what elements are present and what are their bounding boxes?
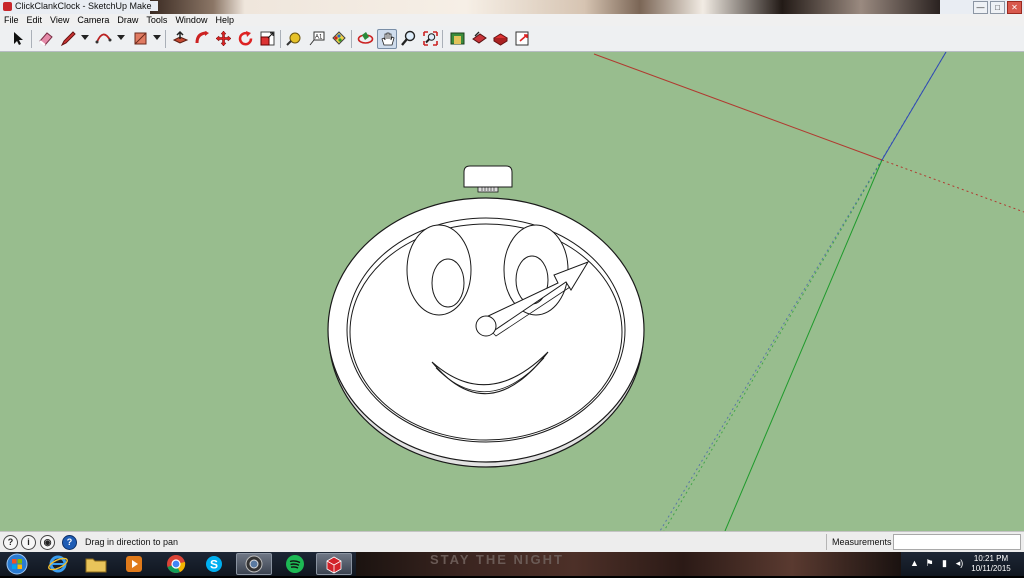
tray-overflow-icon[interactable]: ▲ [910, 557, 919, 569]
hand-pivot [475, 315, 497, 337]
menu-tools[interactable]: Tools [142, 14, 171, 26]
banner-text: STAY THE NIGHT [430, 552, 564, 567]
window-title: ClickClankClock - SketchUp Make [15, 1, 158, 11]
status-bar: ? i ◉ ? Drag in direction to pan Measure… [0, 531, 1024, 553]
title-bar: ClickClankClock - SketchUp Make — □ ✕ [0, 0, 1024, 15]
extension-warehouse-icon[interactable] [491, 29, 510, 48]
clock-time: 10:21 PM [973, 554, 1009, 563]
volume-icon[interactable]: ◂) [955, 557, 964, 569]
select-arrow-icon[interactable] [8, 29, 27, 48]
credits-icon[interactable]: i [21, 535, 36, 550]
skype-icon[interactable]: S [196, 553, 232, 575]
chrome-icon[interactable] [158, 553, 194, 575]
sketchup-icon[interactable] [316, 553, 352, 575]
help-icon[interactable]: ? [62, 535, 77, 550]
3d-warehouse-icon[interactable] [448, 29, 467, 48]
svg-text:A1: A1 [315, 35, 323, 41]
status-hint: Drag in direction to pan [85, 537, 179, 547]
clock-crown [463, 165, 513, 188]
window-controls: — □ ✕ [973, 1, 1022, 14]
media-player-icon[interactable] [116, 553, 152, 575]
menu-edit[interactable]: Edit [23, 14, 47, 26]
zoom-icon[interactable] [399, 29, 418, 48]
action-center-icon[interactable]: ⚑ [925, 557, 934, 569]
measurements-input[interactable] [893, 534, 1021, 550]
network-icon[interactable]: ▮ [940, 557, 949, 569]
maximize-icon[interactable]: □ [990, 1, 1005, 14]
user-signin-icon[interactable]: ◉ [40, 535, 55, 550]
red-axis [593, 53, 883, 161]
menu-view[interactable]: View [46, 14, 73, 26]
left-pupil [431, 258, 465, 308]
line-dropdown[interactable] [81, 35, 89, 40]
internet-explorer-icon[interactable] [40, 553, 76, 575]
toolbar: A1 [0, 26, 1024, 52]
share-model-icon[interactable] [470, 29, 489, 48]
menu-draw[interactable]: Draw [113, 14, 142, 26]
clock-date: 10/11/2015 [971, 564, 1011, 573]
pan-hand-icon[interactable] [377, 29, 397, 49]
tape-measure-icon[interactable] [285, 29, 304, 48]
menu-window[interactable]: Window [171, 14, 211, 26]
minimize-icon[interactable]: — [973, 1, 988, 14]
camera-app-icon[interactable] [236, 553, 272, 575]
menu-file[interactable]: File [0, 14, 23, 26]
rectangle-icon[interactable] [131, 29, 150, 48]
menu-bar: File Edit View Camera Draw Tools Window … [0, 14, 1024, 26]
menu-camera[interactable]: Camera [73, 14, 113, 26]
background-thumbnails [150, 0, 940, 14]
close-icon[interactable]: ✕ [1007, 1, 1022, 14]
shapes-dropdown[interactable] [153, 35, 161, 40]
orbit-icon[interactable] [356, 29, 375, 48]
text-label-icon[interactable]: A1 [307, 29, 326, 48]
spotify-icon[interactable] [277, 553, 313, 575]
system-tray: ▲ ⚑ ▮ ◂) [910, 557, 964, 569]
clock-model[interactable] [327, 165, 645, 468]
rotate-icon[interactable] [236, 29, 255, 48]
follow-me-icon[interactable] [193, 29, 212, 48]
measurements-label: Measurements [832, 537, 892, 547]
system-clock[interactable]: 10:21 PM 10/11/2015 [968, 554, 1014, 574]
eraser-icon[interactable] [36, 29, 55, 48]
send-to-layout-icon[interactable] [513, 29, 532, 48]
push-pull-icon[interactable] [171, 29, 190, 48]
svg-text:S: S [210, 558, 218, 572]
green-axis [724, 159, 883, 531]
start-button[interactable] [2, 553, 32, 575]
geo-location-icon[interactable]: ? [3, 535, 18, 550]
red-axis-negative [881, 159, 1024, 213]
zoom-extents-icon[interactable] [421, 29, 440, 48]
drawing-viewport[interactable] [0, 52, 1024, 531]
paint-bucket-icon[interactable] [329, 29, 348, 48]
green-axis-dotted [663, 159, 883, 531]
model-scene [327, 52, 1024, 531]
arc-dropdown[interactable] [117, 35, 125, 40]
pencil-line-icon[interactable] [59, 29, 78, 48]
menu-help[interactable]: Help [211, 14, 238, 26]
arc-icon[interactable] [94, 29, 113, 48]
taskbar: STAY THE NIGHT S ▲ ⚑ ▮ ◂) 10:21 PM 10/11… [0, 552, 1024, 576]
sketchup-app-icon [3, 2, 12, 11]
scale-icon[interactable] [258, 29, 277, 48]
file-explorer-icon[interactable] [78, 553, 114, 575]
move-icon[interactable] [214, 29, 233, 48]
